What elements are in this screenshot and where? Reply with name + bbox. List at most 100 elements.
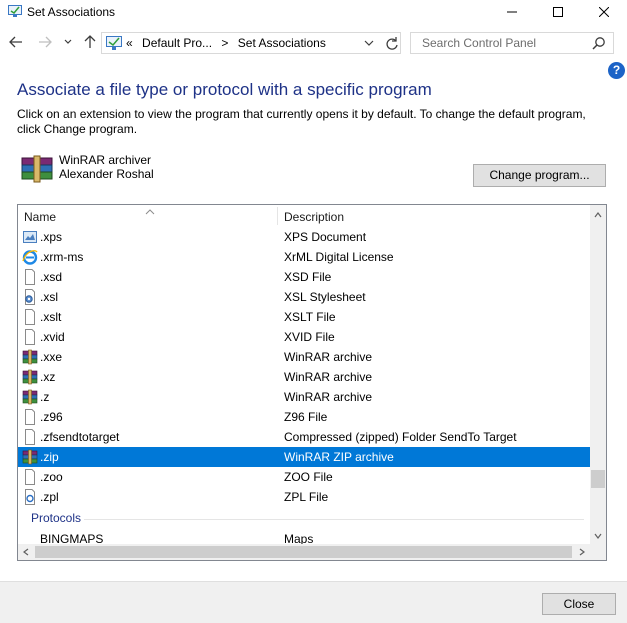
row-name: .xvid bbox=[40, 330, 65, 344]
control-panel-icon bbox=[8, 5, 22, 17]
internet-explorer-icon bbox=[22, 249, 38, 265]
breadcrumb-default-programs[interactable]: Default Pro... bbox=[142, 36, 212, 50]
list-item[interactable]: .xps XPS Document bbox=[18, 227, 590, 247]
blank-file-icon bbox=[22, 269, 38, 285]
row-description: XSL Stylesheet bbox=[284, 290, 366, 304]
row-name: .z bbox=[40, 390, 50, 404]
list-header: Name Description bbox=[18, 205, 590, 227]
close-window-button[interactable] bbox=[581, 0, 627, 24]
column-header-name[interactable]: Name bbox=[24, 210, 56, 224]
list-item[interactable]: .z WinRAR archive bbox=[18, 387, 590, 407]
breadcrumb: « Default Pro... > Set Associations bbox=[126, 36, 332, 50]
close-button[interactable]: Close bbox=[542, 593, 616, 615]
blank-file-icon bbox=[22, 309, 38, 325]
row-name: .xps bbox=[40, 230, 63, 244]
row-name: .zpl bbox=[40, 490, 59, 504]
list-item[interactable]: .zpl ZPL File bbox=[18, 487, 590, 507]
column-header-description[interactable]: Description bbox=[284, 210, 344, 224]
row-description: XSD File bbox=[284, 270, 332, 284]
footer: Close bbox=[0, 581, 627, 623]
row-description: XVID File bbox=[284, 330, 335, 344]
row-description: ZPL File bbox=[284, 490, 329, 504]
breadcrumb-overflow[interactable]: « bbox=[126, 36, 133, 50]
chevron-down-icon bbox=[364, 40, 374, 46]
scrollbar-corner bbox=[590, 544, 606, 560]
row-name: .xsd bbox=[40, 270, 63, 284]
row-description: ZOO File bbox=[284, 470, 333, 484]
row-name: .xslt bbox=[40, 310, 62, 324]
search-input[interactable]: Search Control Panel bbox=[410, 32, 614, 54]
scroll-right-arrow-icon[interactable] bbox=[574, 544, 590, 560]
search-icon[interactable] bbox=[592, 36, 606, 53]
list-item[interactable]: .zfsendtotarget Compressed (zipped) Folde… bbox=[18, 427, 590, 447]
row-description: XSLT File bbox=[284, 310, 336, 324]
row-description: XPS Document bbox=[284, 230, 367, 244]
list-item[interactable]: .zoo ZOO File bbox=[18, 467, 590, 487]
blank-file-icon bbox=[22, 429, 38, 445]
address-bar[interactable]: « Default Pro... > Set Associations bbox=[101, 32, 401, 54]
blank-file-icon bbox=[22, 409, 38, 425]
recent-locations-button[interactable] bbox=[62, 34, 74, 50]
refresh-icon bbox=[386, 37, 398, 50]
back-button[interactable] bbox=[8, 34, 24, 50]
minimize-button[interactable] bbox=[489, 0, 535, 24]
up-arrow-icon bbox=[84, 35, 96, 48]
row-description: XrML Digital License bbox=[284, 250, 394, 264]
breadcrumb-separator[interactable]: > bbox=[221, 36, 228, 50]
winrar-icon bbox=[20, 154, 54, 184]
row-name: .z96 bbox=[40, 410, 63, 424]
close-icon bbox=[599, 7, 609, 17]
winrar-icon bbox=[22, 389, 38, 405]
row-name: .zip bbox=[40, 450, 59, 464]
up-button[interactable] bbox=[82, 34, 98, 50]
help-button[interactable]: ? bbox=[608, 62, 625, 79]
row-description: Z96 File bbox=[284, 410, 328, 424]
program-name: WinRAR archiver bbox=[59, 153, 152, 167]
winrar-icon bbox=[22, 369, 38, 385]
forward-button[interactable] bbox=[37, 34, 53, 50]
vertical-scrollbar[interactable] bbox=[590, 205, 606, 544]
list-item[interactable]: .xrm-ms XrML Digital License bbox=[18, 247, 590, 267]
change-program-button[interactable]: Change program... bbox=[473, 164, 606, 187]
association-list[interactable]: Name Description .xps XPS Document .xrm-ms… bbox=[17, 204, 607, 561]
list-item[interactable]: .xvid XVID File bbox=[18, 327, 590, 347]
maximize-icon bbox=[553, 7, 563, 17]
group-divider bbox=[84, 519, 584, 520]
breadcrumb-set-associations[interactable]: Set Associations bbox=[238, 36, 326, 50]
group-header-protocols[interactable]: Protocols bbox=[31, 511, 81, 525]
program-publisher: Alexander Roshal bbox=[59, 167, 154, 181]
row-description: Compressed (zipped) Folder SendTo Target bbox=[284, 430, 517, 444]
list-item[interactable]: .xz WinRAR archive bbox=[18, 367, 590, 387]
scroll-down-arrow-icon[interactable] bbox=[590, 528, 606, 544]
column-divider[interactable] bbox=[277, 207, 278, 225]
maximize-button[interactable] bbox=[535, 0, 581, 24]
row-name: .zoo bbox=[40, 470, 63, 484]
list-item[interactable]: .xxe WinRAR archive bbox=[18, 347, 590, 367]
control-panel-icon bbox=[106, 36, 122, 50]
scroll-left-arrow-icon[interactable] bbox=[18, 544, 34, 560]
vertical-scroll-thumb[interactable] bbox=[591, 470, 605, 488]
blank-file-icon bbox=[22, 329, 38, 345]
list-item-selected[interactable]: .zip WinRAR ZIP archive bbox=[18, 447, 590, 467]
list-item[interactable]: .xsd XSD File bbox=[18, 267, 590, 287]
winrar-icon bbox=[22, 349, 38, 365]
winrar-icon bbox=[22, 449, 38, 465]
sort-ascending-icon bbox=[145, 205, 155, 218]
scroll-up-arrow-icon[interactable] bbox=[590, 207, 606, 223]
list-item[interactable]: .xslt XSLT File bbox=[18, 307, 590, 327]
row-description: WinRAR ZIP archive bbox=[284, 450, 394, 464]
page-description: Click on an extension to view the progra… bbox=[17, 107, 586, 136]
list-item[interactable]: .z96 Z96 File bbox=[18, 407, 590, 427]
xps-document-icon bbox=[22, 229, 38, 245]
list-item[interactable]: .xsl XSL Stylesheet bbox=[18, 287, 590, 307]
horizontal-scrollbar[interactable] bbox=[18, 544, 590, 560]
horizontal-scroll-thumb[interactable] bbox=[35, 546, 572, 558]
address-dropdown-button[interactable] bbox=[364, 37, 374, 52]
row-description: WinRAR archive bbox=[284, 350, 373, 364]
back-arrow-icon bbox=[9, 36, 22, 48]
refresh-button[interactable] bbox=[383, 36, 399, 52]
forward-arrow-icon bbox=[39, 36, 52, 48]
row-name: .xrm-ms bbox=[40, 250, 84, 264]
xsl-stylesheet-icon bbox=[22, 289, 38, 305]
window-title: Set Associations bbox=[27, 5, 116, 19]
